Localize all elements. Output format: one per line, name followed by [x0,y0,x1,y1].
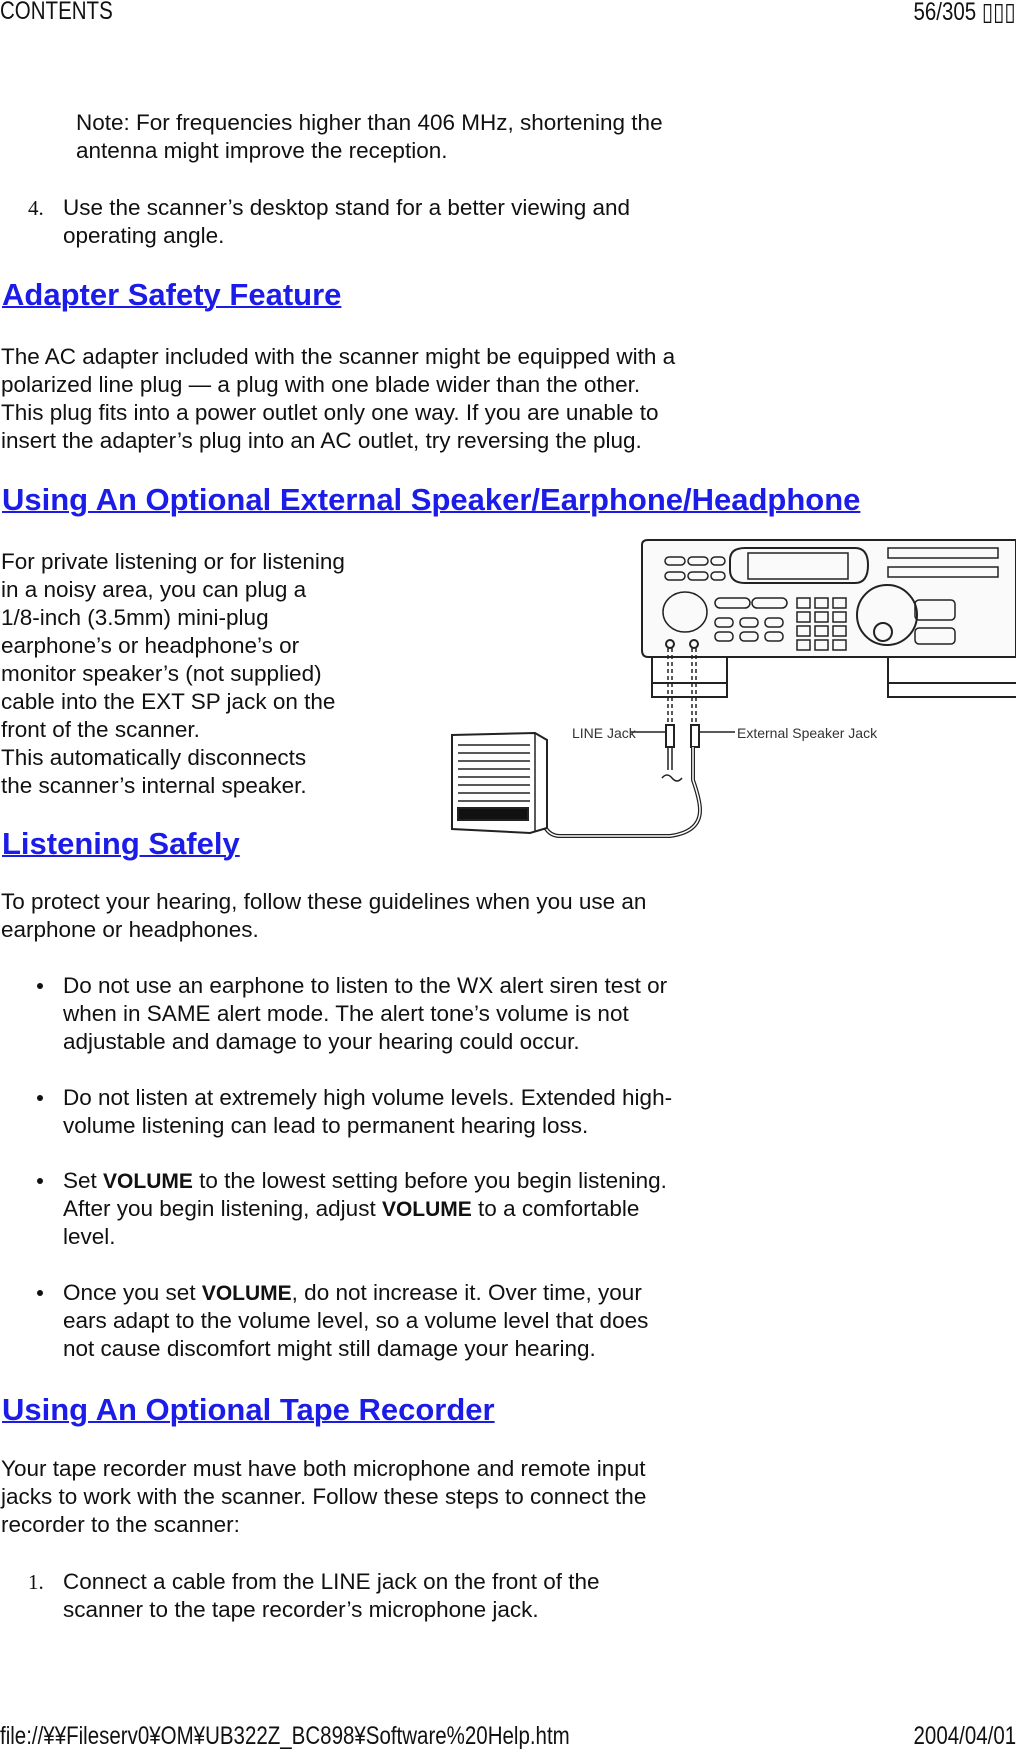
keyword-volume: VOLUME [103,1170,193,1193]
tape-paragraph: Your tape recorder must have both microp… [1,1455,646,1539]
step-line: operating angle. [63,223,225,248]
note-line: Note: For frequencies higher than 406 MH… [76,110,663,135]
text-segment: to a comfortable [471,1196,640,1221]
text-line: Once you set VOLUME, do not increase it.… [63,1279,648,1307]
text-segment: ears adapt to the volume level, so a vol… [63,1308,649,1333]
contents-link[interactable]: CONTENTS [0,0,113,26]
heading-external-speaker[interactable]: Using An Optional External Speaker/Earph… [2,482,860,518]
text-line: ears adapt to the volume level, so a vol… [63,1307,648,1335]
bullet-icon [37,1290,43,1296]
text-line: This plug fits into a power outlet only … [1,400,659,425]
text-line: earphone or headphones. [1,917,259,942]
list-item: Once you set VOLUME, do not increase it.… [63,1279,648,1363]
speaker-connection-figure: LINE Jack External Speaker Jack [451,539,1016,838]
text-line: when in SAME alert mode. The alert tone’… [63,1000,667,1028]
text-line: Do not use an earphone to listen to the … [63,972,667,1000]
step-4-text: Use the scanner’s desktop stand for a be… [63,194,630,250]
step-number: 1. [28,1570,44,1594]
text-line: Connect a cable from the LINE jack on th… [63,1569,600,1594]
text-line: To protect your hearing, follow these gu… [1,889,647,914]
print-date: 2004/04/01 [913,1722,1016,1750]
text-segment: Set [63,1168,104,1193]
page-suffix: ▯▯▯ [982,0,1016,26]
text-line: For private listening or for listening [1,549,345,574]
text-line: cable into the EXT SP jack on the [1,689,336,714]
text-line: not cause discomfort might still damage … [63,1335,648,1363]
text-line: scanner to the tape recorder’s microphon… [63,1597,539,1622]
note-line: antenna might improve the reception. [76,138,448,163]
heading-tape-recorder[interactable]: Using An Optional Tape Recorder [2,1392,495,1428]
text-segment: Do not listen at extremely high volume l… [63,1085,673,1110]
step-number: 4. [28,196,44,220]
text-segment: After you begin listening, adjust [63,1196,382,1221]
text-line: monitor speaker’s (not supplied) [1,661,322,686]
text-segment: , do not increase it. Over time, your [291,1280,642,1305]
text-segment: to the lowest setting before you begin l… [192,1168,667,1193]
bullet-icon [37,1095,43,1101]
text-line: adjustable and damage to your hearing co… [63,1028,667,1056]
text-segment: adjustable and damage to your hearing co… [63,1029,580,1054]
text-segment: Once you set [63,1280,202,1305]
keyword-volume: VOLUME [201,1282,292,1305]
page-number: 56/305 [913,0,977,26]
step-line: Use the scanner’s desktop stand for a be… [63,195,631,220]
ext-speaker-jack-label: External Speaker Jack [737,725,878,741]
text-line: the scanner’s internal speaker. [1,773,307,798]
text-line: 1/8-inch (3.5mm) mini-plug [1,605,269,630]
text-segment: volume listening can lead to permanent h… [63,1113,589,1138]
text-line: This automatically disconnects [1,745,307,770]
bullet-icon [37,1178,43,1184]
listening-paragraph: To protect your hearing, follow these gu… [1,888,646,944]
text-line: jacks to work with the scanner. Follow t… [1,1484,647,1509]
adapter-paragraph: The AC adapter included with the scanner… [1,343,675,455]
heading-adapter-safety[interactable]: Adapter Safety Feature [2,277,341,313]
text-segment: when in SAME alert mode. The alert tone’… [63,1001,629,1026]
text-segment: Do not use an earphone to listen to the … [63,973,668,998]
text-segment: not cause discomfort might still damage … [63,1336,596,1361]
keyword-volume: VOLUME [381,1198,472,1221]
list-item: Do not use an earphone to listen to the … [63,972,667,1056]
text-line: earphone’s or headphone’s or [1,633,300,658]
text-line: in a noisy area, you can plug a [1,577,307,602]
page-indicator: 56/305 ▯▯▯ [914,0,1016,27]
line-jack-label: LINE Jack [572,725,637,741]
text-line: Set VOLUME to the lowest setting before … [63,1167,667,1195]
text-line: Do not listen at extremely high volume l… [63,1084,672,1112]
text-segment: level. [63,1224,116,1249]
text-line: recorder to the scanner: [1,1512,240,1537]
text-line: Your tape recorder must have both microp… [1,1456,646,1481]
text-line: insert the adapter’s plug into an AC out… [1,428,642,453]
bullet-icon [37,983,43,989]
list-item: Do not listen at extremely high volume l… [63,1084,672,1140]
file-path: file://¥¥Fileserv0¥OM¥UB322Z_BC898¥Softw… [0,1722,570,1750]
text-line: After you begin listening, adjust VOLUME… [63,1195,667,1223]
text-line: The AC adapter included with the scanner… [1,344,676,369]
text-line: front of the scanner. [1,717,200,742]
text-line: polarized line plug — a plug with one bl… [1,372,641,397]
note: Note: For frequencies higher than 406 MH… [76,109,663,165]
heading-listening-safely[interactable]: Listening Safely [2,826,240,862]
text-line: volume listening can lead to permanent h… [63,1112,672,1140]
text-line: level. [63,1223,667,1251]
speaker-paragraph: For private listening or for listening in… [1,548,345,800]
list-item: Set VOLUME to the lowest setting before … [63,1167,667,1251]
step-1-text: Connect a cable from the LINE jack on th… [63,1568,600,1624]
